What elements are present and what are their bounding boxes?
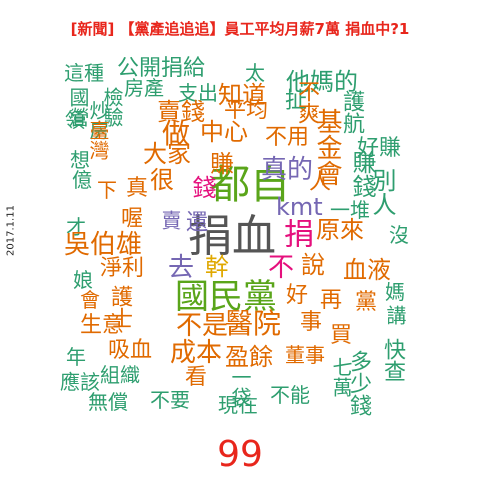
cloud-word: 這種 <box>64 61 104 85</box>
word-cloud: 捐血 都自 國民黨幹 kmt 捐不錢去還賣真的 公開捐給太這種 房產 支出 知道 他媽的 護航 好賺賺… <box>0 0 480 480</box>
cloud-word: 沒 <box>389 223 409 247</box>
cloud-word: 現在 <box>218 393 258 417</box>
cloud-word: 媽 <box>385 280 405 304</box>
cloud-word: 董事 <box>285 343 325 367</box>
cloud-word: 不能 <box>270 383 310 407</box>
cloud-word: 賺 <box>210 150 234 178</box>
cloud-word: 快查 <box>380 338 405 382</box>
cloud-word: 講 <box>383 305 407 325</box>
cloud-word: 生意 <box>80 313 125 338</box>
cloud-word: 醫院 <box>225 307 282 340</box>
cloud-word: 組織 <box>100 363 140 387</box>
cloud-word: 太 <box>245 61 265 85</box>
cloud-word: 吳伯雄 <box>64 230 143 260</box>
cloud-word: 買 <box>330 323 353 348</box>
cloud-word: 還 <box>182 210 207 232</box>
cloud-word: 別人 <box>368 168 396 216</box>
cloud-word: 大家 <box>143 140 191 168</box>
cloud-word: 淨利 <box>100 256 145 281</box>
cloud-word: 血液 <box>343 256 391 284</box>
cloud-word: 不爽 <box>294 80 319 124</box>
cloud-word: 想 <box>70 148 90 172</box>
cloud-word: 去 <box>168 253 195 283</box>
cloud-word: 年 <box>66 345 86 369</box>
cloud-word: 事 <box>300 310 323 335</box>
cloud-word: 再 <box>320 288 343 313</box>
cloud-word: 真的 <box>261 155 314 185</box>
cloud-word: 真 <box>126 176 149 201</box>
cloud-word: 臺灣 <box>86 120 110 160</box>
cloud-word: 億 <box>72 168 92 192</box>
cloud-word: 幹 <box>205 253 229 281</box>
cloud-word: 下 <box>97 178 117 202</box>
cloud-word: 無償 <box>88 390 128 414</box>
cloud-word: 說 <box>301 251 325 279</box>
cloud-word: 領 <box>65 108 85 132</box>
cloud-word: 房產 <box>124 76 164 100</box>
cloud-word: 錢 <box>188 175 216 199</box>
cloud-word: 黨 <box>355 290 378 315</box>
cloud-word: 中心 <box>200 118 248 146</box>
cloud-word: 成本 <box>170 338 223 368</box>
cloud-word: 不要 <box>150 388 190 412</box>
cloud-word: 護航 <box>339 90 364 134</box>
cloud-word: 娘 <box>73 268 93 292</box>
cloud-word: 喔 <box>117 206 142 228</box>
cloud-word: 賣 <box>158 210 182 230</box>
cloud-word: 看 <box>185 365 208 390</box>
cloud-word: 很 <box>150 166 174 194</box>
cloud-word: 不 <box>268 253 295 283</box>
cloud-word: 應該 <box>60 370 100 394</box>
cloud-word: 吸血 <box>108 338 153 363</box>
cloud-word: 七萬 <box>329 357 353 397</box>
footer-number: 99 <box>217 434 263 475</box>
cloud-word: 不是 <box>176 311 229 341</box>
cloud-word: 人 <box>309 170 332 195</box>
cloud-word: 會 <box>80 288 100 312</box>
cloud-word: 不用 <box>265 125 310 150</box>
cloud-word: 好 <box>286 283 309 308</box>
cloud-word: 原來 <box>316 216 364 244</box>
cloud-word: 捐 <box>278 218 313 248</box>
cloud-word: 盈餘 <box>225 343 273 371</box>
